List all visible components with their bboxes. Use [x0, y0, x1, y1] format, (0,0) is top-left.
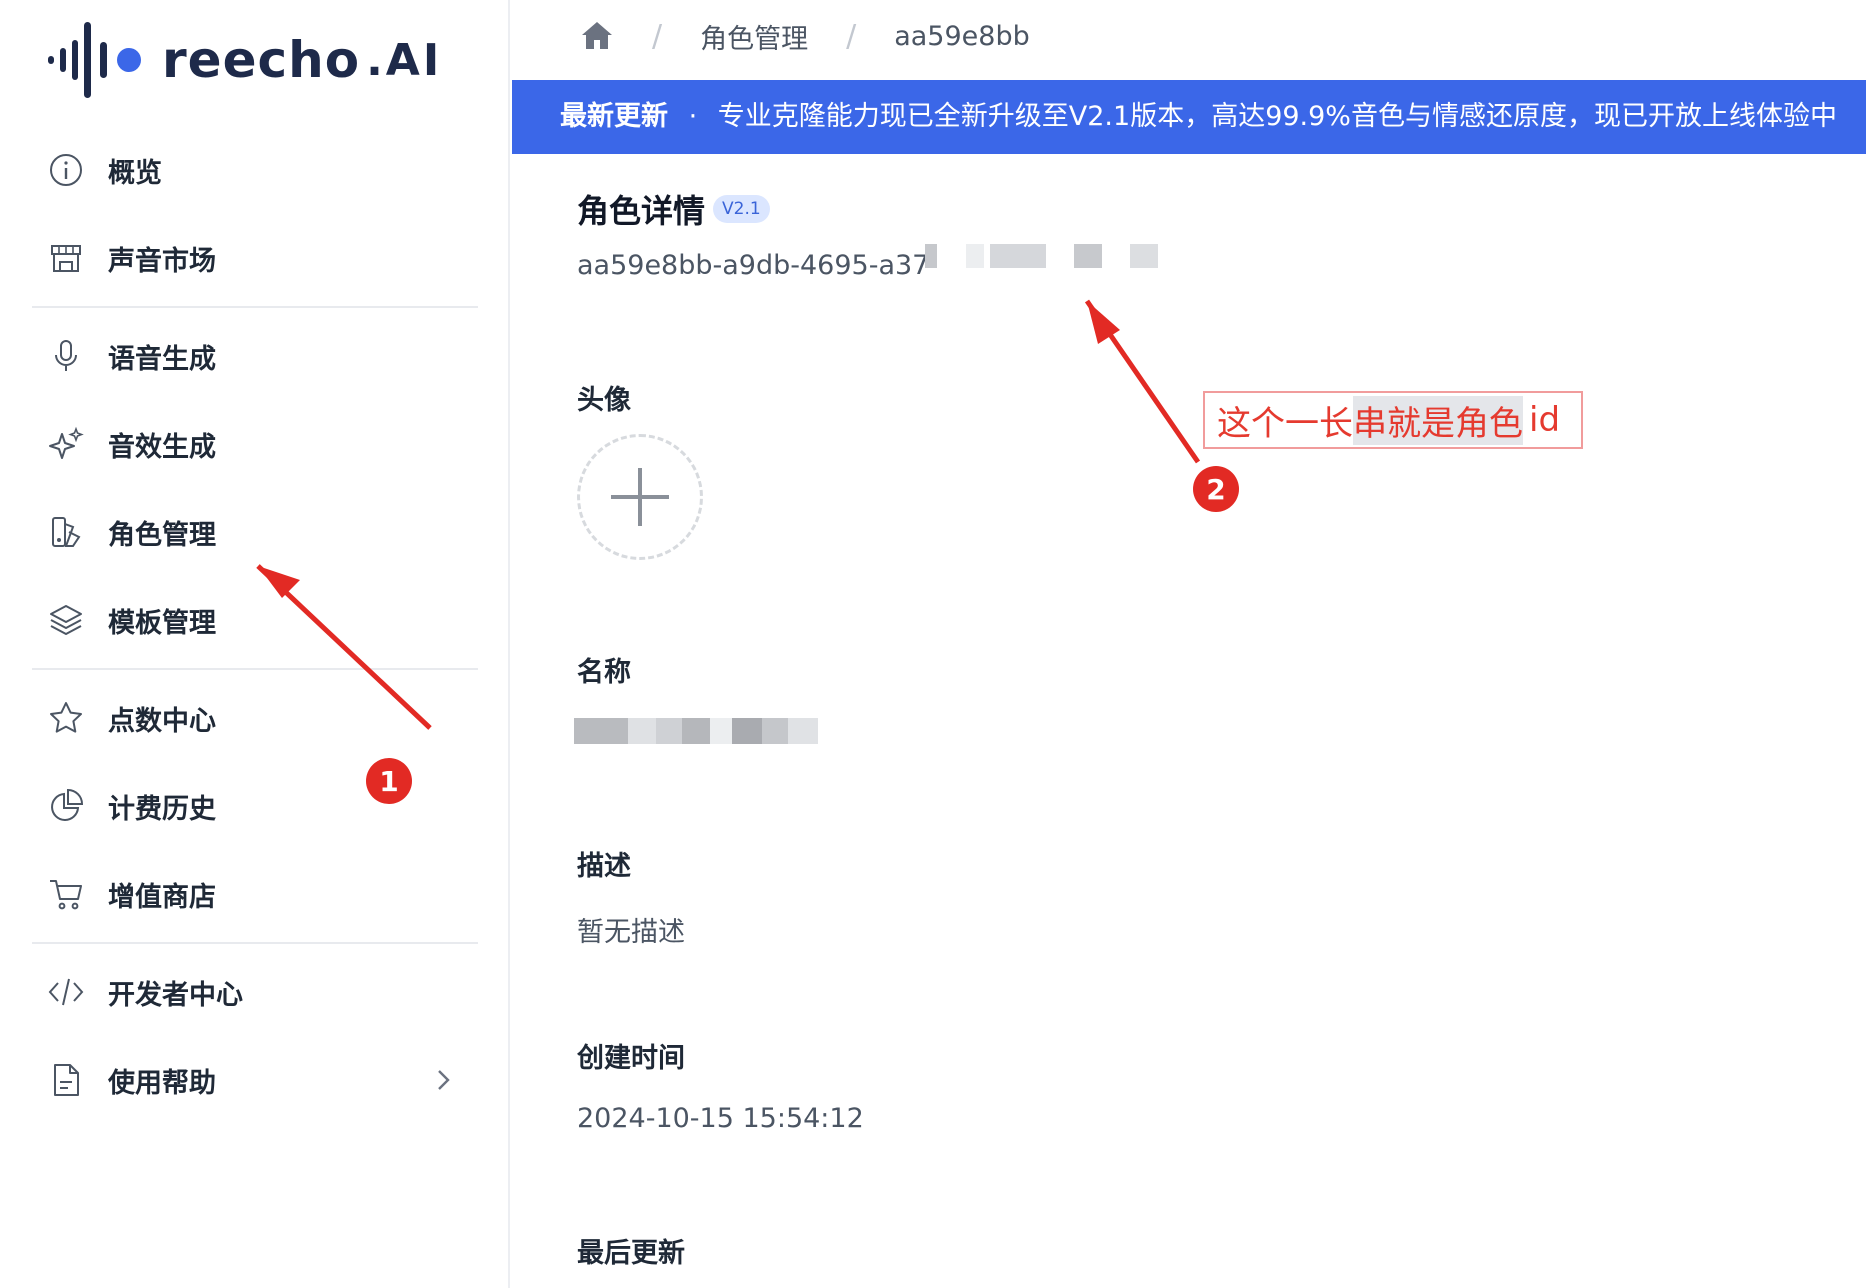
- annotation-badge-1: 1: [366, 758, 412, 804]
- sidebar-divider: [32, 942, 478, 944]
- home-icon[interactable]: [580, 19, 614, 53]
- sidebar-item-overview[interactable]: 概览: [46, 142, 162, 198]
- annotation-callout: 这个一长 串就是角色 id: [1203, 391, 1583, 449]
- banner-title: 最新更新: [560, 101, 668, 132]
- description-value: 暂无描述: [577, 917, 685, 948]
- sidebar-item-billing-history[interactable]: 计费历史: [46, 778, 216, 834]
- created-time-value: 2024-10-15 15:54:12: [577, 1103, 864, 1134]
- annotation-badge-2: 2: [1193, 466, 1239, 512]
- redacted-name: [574, 718, 818, 744]
- description-label: 描述: [577, 851, 631, 882]
- store-icon: [46, 238, 86, 278]
- last-updated-label: 最后更新: [577, 1238, 685, 1269]
- callout-text-pre: 这个一长: [1217, 403, 1353, 444]
- logo-suffix: .AI: [366, 34, 443, 86]
- sidebar-divider: [32, 668, 478, 670]
- character-icon: [46, 512, 86, 552]
- sidebar-item-speech-generation[interactable]: 语音生成: [46, 328, 216, 384]
- callout-text-post: id: [1529, 400, 1561, 440]
- sidebar-item-label: 角色管理: [108, 519, 216, 551]
- page-title: 角色详情 V2.1: [577, 186, 770, 232]
- sidebar-item-character-management[interactable]: 角色管理: [46, 504, 216, 560]
- sidebar-item-sound-effects[interactable]: 音效生成: [46, 416, 216, 472]
- sidebar-item-label: 声音市场: [108, 245, 216, 277]
- redacted-mosaic: [1074, 244, 1102, 268]
- sidebar-item-label: 使用帮助: [108, 1067, 216, 1099]
- sidebar-item-voice-market[interactable]: 声音市场: [46, 230, 216, 286]
- sidebar-divider: [32, 306, 478, 308]
- breadcrumb-separator: /: [652, 18, 663, 54]
- plus-icon: [611, 468, 669, 526]
- breadcrumb-section[interactable]: 角色管理: [700, 17, 808, 56]
- redacted-mosaic: [990, 244, 1046, 268]
- sidebar-item-label: 语音生成: [108, 343, 216, 375]
- update-banner[interactable]: 最新更新 · 专业克隆能力现已全新升级至V2.1版本，高达99.9%音色与情感还…: [512, 80, 1866, 154]
- sidebar: reecho .AI 概览 声音市场 语音生成 音效生成 角色管理 模板管理 点…: [0, 0, 510, 1288]
- microphone-icon: [46, 336, 86, 376]
- chevron-right-icon[interactable]: [430, 1062, 458, 1098]
- name-label: 名称: [577, 657, 631, 688]
- sidebar-item-help[interactable]: 使用帮助: [46, 1052, 216, 1108]
- redacted-mosaic: [966, 244, 984, 268]
- sidebar-item-label: 音效生成: [108, 431, 216, 463]
- sidebar-item-value-store[interactable]: 增值商店: [46, 866, 216, 922]
- breadcrumb-current: aa59e8bb: [894, 20, 1030, 52]
- version-badge: V2.1: [713, 195, 770, 223]
- callout-text-highlight: 串就是角色: [1353, 395, 1523, 445]
- redacted-mosaic: [925, 244, 937, 268]
- sidebar-item-label: 开发者中心: [108, 979, 243, 1011]
- sidebar-item-label: 模板管理: [108, 607, 216, 639]
- sidebar-item-developer-center[interactable]: 开发者中心: [46, 964, 243, 1020]
- reecho-logo[interactable]: reecho .AI: [46, 18, 442, 102]
- avatar-label: 头像: [577, 385, 631, 416]
- avatar-upload-button[interactable]: [577, 434, 703, 560]
- sidebar-item-label: 概览: [108, 157, 162, 189]
- breadcrumb-separator: /: [846, 18, 857, 54]
- banner-message: 专业克隆能力现已全新升级至V2.1版本，高达99.9%音色与情感还原度，现已开放…: [717, 101, 1837, 132]
- code-icon: [46, 972, 86, 1012]
- document-icon: [46, 1060, 86, 1100]
- cart-icon: [46, 874, 86, 914]
- sidebar-item-label: 点数中心: [108, 705, 216, 737]
- star-icon: [46, 698, 86, 738]
- sidebar-item-label: 计费历史: [108, 793, 216, 825]
- sparkle-icon: [46, 424, 86, 464]
- redacted-mosaic: [1130, 244, 1158, 268]
- waveform-logo-icon: [48, 22, 141, 98]
- pie-chart-icon: [46, 786, 86, 826]
- page-title-text: 角色详情: [577, 192, 706, 230]
- info-icon: [46, 150, 86, 190]
- sidebar-item-points-center[interactable]: 点数中心: [46, 690, 216, 746]
- character-id-text: aa59e8bb-a9db-4695-a37: [577, 250, 930, 281]
- logo-text: reecho: [162, 31, 361, 89]
- character-id[interactable]: aa59e8bb-a9db-4695-a37: [577, 250, 929, 281]
- layers-icon: [46, 600, 86, 640]
- created-time-label: 创建时间: [577, 1043, 685, 1074]
- sidebar-item-template-management[interactable]: 模板管理: [46, 592, 216, 648]
- banner-separator: ·: [688, 101, 698, 132]
- breadcrumb: / 角色管理 / aa59e8bb: [580, 12, 1030, 60]
- sidebar-item-label: 增值商店: [108, 881, 216, 913]
